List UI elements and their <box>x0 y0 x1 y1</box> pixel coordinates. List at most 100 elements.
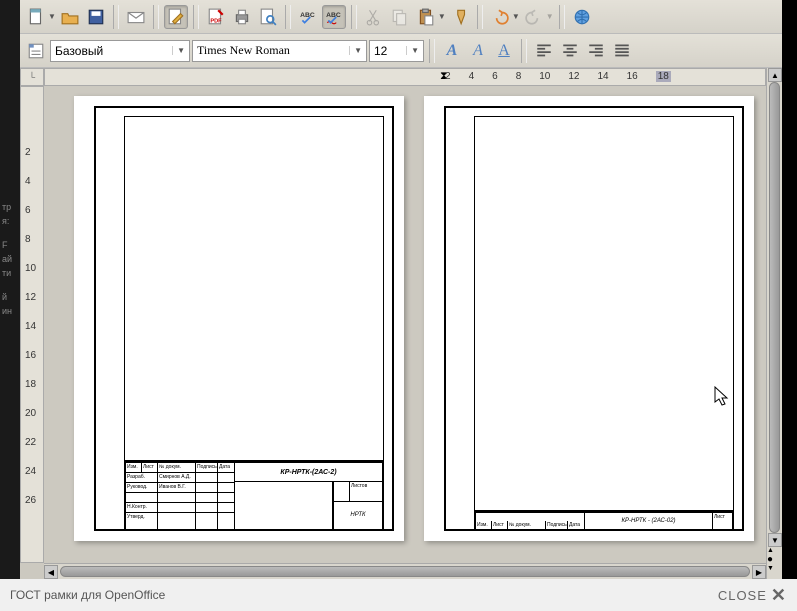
edit-doc-button[interactable] <box>164 5 188 29</box>
scroll-right-icon[interactable]: ▶ <box>752 565 766 579</box>
separator <box>351 5 357 29</box>
horizontal-ruler[interactable]: ⧗ 2 4 6 8 10 12 14 16 18 <box>44 68 766 86</box>
standard-toolbar: ▼ PDF ABC ABC ▼ ▼ ▼ <box>20 0 782 34</box>
cell-docnum: № докум. <box>158 463 196 472</box>
inner-frame <box>474 116 734 511</box>
separator <box>285 5 291 29</box>
background-strip: тр я: F ай ти й ин <box>0 0 20 579</box>
paragraph-style-value: Базовый <box>55 44 103 58</box>
bold-button[interactable]: A <box>440 39 464 63</box>
separator <box>193 5 199 29</box>
export-pdf-button[interactable]: PDF <box>204 5 228 29</box>
cell-date: Дата <box>568 521 584 529</box>
org-name: НРТК <box>333 500 383 530</box>
svg-text:ABC: ABC <box>326 12 341 19</box>
undo-dropdown-icon[interactable]: ▼ <box>512 12 520 21</box>
cell-sheet: Лист <box>713 512 733 530</box>
app-window: ▼ PDF ABC ABC ▼ ▼ ▼ Базовый ▼ <box>20 0 782 579</box>
chevron-down-icon: ▼ <box>406 46 419 55</box>
close-label: CLOSE <box>718 588 767 603</box>
align-justify-button[interactable] <box>610 39 634 63</box>
page-1: Изм. Лист № докум. Подпись Дата Разраб. … <box>74 96 404 541</box>
underline-button[interactable]: A <box>492 39 516 63</box>
new-doc-dropdown-icon[interactable]: ▼ <box>48 12 56 21</box>
close-icon: ✕ <box>771 585 787 606</box>
scroll-up-icon[interactable]: ▲ <box>768 68 782 82</box>
cell-list: Лист <box>492 521 508 529</box>
cell-razrab-name: Смирнов А.Д. <box>158 473 196 482</box>
styles-button[interactable] <box>24 39 48 63</box>
paste-dropdown-icon[interactable]: ▼ <box>438 12 446 21</box>
auto-spellcheck-button[interactable]: ABC <box>322 5 346 29</box>
title-block: Изм. Лист № докум. Подпись Дата Разраб. … <box>124 461 384 531</box>
inner-frame <box>124 116 384 461</box>
scroll-down-icon[interactable]: ▼ <box>768 533 782 547</box>
vertical-ruler[interactable]: 2 4 6 8 10 12 14 16 18 20 22 24 26 <box>20 86 44 563</box>
doc-code: КР-НРТК-(2АС-2) <box>235 462 383 482</box>
print-preview-button[interactable] <box>256 5 280 29</box>
cell-izm: Изм. <box>476 521 492 529</box>
print-button[interactable] <box>230 5 254 29</box>
redo-button[interactable] <box>522 5 546 29</box>
hruler-labels: 2 4 6 8 10 12 14 16 18 <box>445 71 671 82</box>
vertical-scrollbar[interactable]: ▲ ▼ <box>766 68 782 547</box>
caption-text: ГОСТ рамки для OpenOffice <box>10 588 165 602</box>
formatting-toolbar: Базовый ▼ Times New Roman ▼ 12 ▼ A A A <box>20 34 782 68</box>
separator <box>521 39 527 63</box>
title-block-small: Изм. Лист № докум. Подпись Дата КР-НРТК … <box>474 511 734 531</box>
ruler-corner[interactable]: └ <box>20 68 44 86</box>
cell-razrab: Разраб. <box>126 473 158 482</box>
doc-code: КР-НРТК - (2АС-02) <box>585 512 713 530</box>
cell-rukovod: Руковод. <box>126 483 158 492</box>
chevron-down-icon: ▼ <box>172 46 185 55</box>
cell-sheets: Листов <box>350 482 382 501</box>
next-page-icon[interactable]: ▼ <box>767 565 782 572</box>
font-size-combo[interactable]: 12 ▼ <box>369 40 424 62</box>
undo-button[interactable] <box>488 5 512 29</box>
save-button[interactable] <box>84 5 108 29</box>
hyperlink-button[interactable] <box>570 5 594 29</box>
cell-docnum: № докум. <box>508 521 546 529</box>
chevron-down-icon: ▼ <box>349 46 362 55</box>
separator <box>477 5 483 29</box>
cell-utverd: Утверд. <box>126 513 158 529</box>
close-button[interactable]: CLOSE ✕ <box>718 585 787 606</box>
open-button[interactable] <box>58 5 82 29</box>
redo-dropdown-icon[interactable]: ▼ <box>546 12 554 21</box>
caption-bar: ГОСТ рамки для OpenOffice CLOSE ✕ <box>0 579 797 611</box>
font-name-value: Times New Roman <box>197 43 290 58</box>
cell-sign: Подпись <box>546 521 568 529</box>
spellcheck-button[interactable]: ABC <box>296 5 320 29</box>
cell-izm: Изм. <box>126 463 142 472</box>
cell-sign: Подпись <box>196 463 218 472</box>
align-left-button[interactable] <box>532 39 556 63</box>
paste-button[interactable] <box>414 5 438 29</box>
cut-button[interactable] <box>362 5 386 29</box>
paragraph-style-combo[interactable]: Базовый ▼ <box>50 40 190 62</box>
separator <box>429 39 435 63</box>
align-right-button[interactable] <box>584 39 608 63</box>
format-paintbrush-button[interactable] <box>448 5 472 29</box>
vruler-labels: 2 4 6 8 10 12 14 16 18 20 22 24 26 <box>25 147 36 506</box>
separator <box>153 5 159 29</box>
cell-rukovod-name: Иванов В.Г. <box>158 483 196 492</box>
canvas[interactable]: Изм. Лист № докум. Подпись Дата Разраб. … <box>44 86 766 563</box>
scrollbar-thumb[interactable] <box>60 566 750 577</box>
cell-list: Лист <box>142 463 158 472</box>
font-name-combo[interactable]: Times New Roman ▼ <box>192 40 367 62</box>
svg-text:ABC: ABC <box>300 12 315 19</box>
horizontal-scrollbar[interactable]: ◀ ▶ <box>44 563 766 579</box>
copy-button[interactable] <box>388 5 412 29</box>
nav-target-icon[interactable]: ● <box>767 554 782 565</box>
italic-button[interactable]: A <box>466 39 490 63</box>
mail-button[interactable] <box>124 5 148 29</box>
page-2: Изм. Лист № докум. Подпись Дата КР-НРТК … <box>424 96 754 541</box>
prev-page-icon[interactable]: ▲ <box>767 547 782 554</box>
document-area: └ ⧗ 2 4 6 8 10 12 14 16 18 2 4 6 8 10 <box>20 68 782 579</box>
new-doc-button[interactable] <box>24 5 48 29</box>
scroll-left-icon[interactable]: ◀ <box>44 565 58 579</box>
svg-text:PDF: PDF <box>210 18 222 24</box>
align-center-button[interactable] <box>558 39 582 63</box>
separator <box>559 5 565 29</box>
scrollbar-thumb[interactable] <box>769 82 780 533</box>
